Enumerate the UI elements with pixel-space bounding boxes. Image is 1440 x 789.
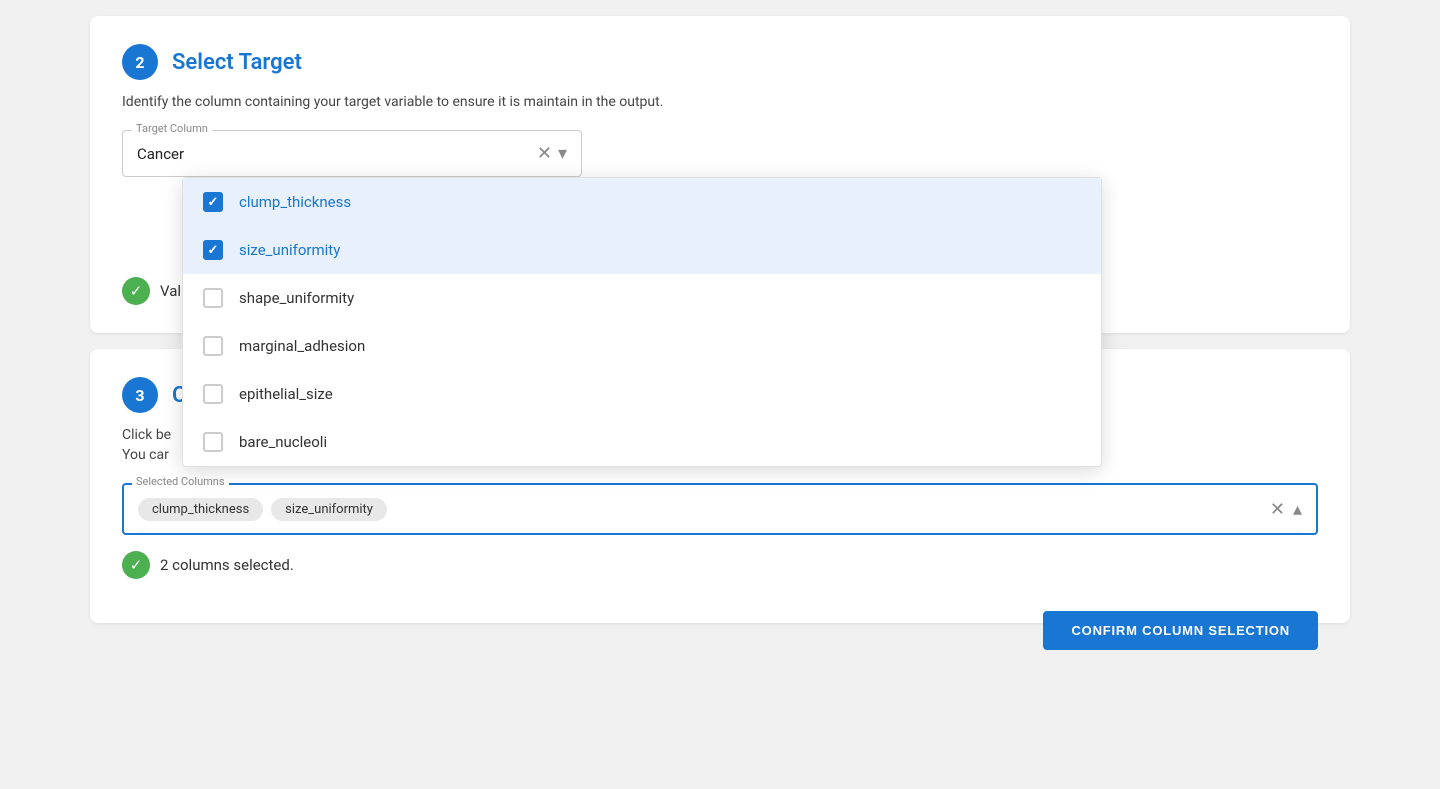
selected-columns-label: Selected Columns bbox=[132, 475, 229, 488]
dropdown-item-bare-nucleoli[interactable]: bare_nucleoli bbox=[183, 418, 1101, 466]
select-icons: ✕ ▾ bbox=[537, 143, 567, 164]
label-epithelial-size: epithelial_size bbox=[239, 385, 333, 403]
tag-size-uniformity[interactable]: size_uniformity bbox=[271, 498, 387, 521]
check-icon: ✓ bbox=[130, 282, 143, 300]
selected-columns-box[interactable]: clump_thickness size_uniformity ✕ ▴ bbox=[122, 483, 1318, 535]
checkmark-size-uniformity: ✓ bbox=[208, 244, 219, 257]
collapse-icon[interactable]: ▴ bbox=[1293, 499, 1302, 520]
columns-selected-check: ✓ bbox=[122, 551, 150, 579]
columns-selected-row: ✓ 2 columns selected. bbox=[122, 551, 1318, 579]
checkbox-size-uniformity[interactable]: ✓ bbox=[203, 240, 223, 260]
page-wrapper: 2 Select Target Identify the column cont… bbox=[0, 0, 1440, 789]
box-actions: ✕ ▴ bbox=[1270, 499, 1302, 520]
target-column-value: Cancer bbox=[137, 145, 184, 163]
dropdown-item-shape-uniformity[interactable]: shape_uniformity bbox=[183, 274, 1101, 322]
check-icon-2: ✓ bbox=[130, 556, 143, 574]
clear-icon[interactable]: ✕ bbox=[537, 143, 552, 164]
label-marginal-adhesion: marginal_adhesion bbox=[239, 337, 365, 355]
tag-list: clump_thickness size_uniformity bbox=[138, 498, 387, 521]
validation-text: Val bbox=[160, 282, 181, 300]
checkbox-epithelial-size[interactable] bbox=[203, 384, 223, 404]
label-clump-thickness: clump_thickness bbox=[239, 193, 351, 211]
chevron-down-icon[interactable]: ▾ bbox=[558, 143, 567, 164]
confirm-column-selection-button[interactable]: CONFIRM COLUMN SELECTION bbox=[1043, 611, 1318, 650]
validation-check-circle: ✓ bbox=[122, 277, 150, 305]
dropdown-item-marginal-adhesion[interactable]: marginal_adhesion bbox=[183, 322, 1101, 370]
checkbox-marginal-adhesion[interactable] bbox=[203, 336, 223, 356]
tag-clump-thickness[interactable]: clump_thickness bbox=[138, 498, 263, 521]
dropdown-item-clump-thickness[interactable]: ✓ clump_thickness bbox=[183, 178, 1101, 226]
target-column-select[interactable]: Cancer ✕ ▾ bbox=[122, 130, 582, 177]
step-3-badge: 3 bbox=[122, 377, 158, 413]
checkbox-shape-uniformity[interactable] bbox=[203, 288, 223, 308]
selected-columns-wrapper: Selected Columns clump_thickness size_un… bbox=[122, 483, 1318, 535]
label-size-uniformity: size_uniformity bbox=[239, 241, 340, 259]
step-2-badge: 2 bbox=[122, 44, 158, 80]
step-2-description: Identify the column containing your targ… bbox=[122, 94, 1318, 110]
clear-selected-icon[interactable]: ✕ bbox=[1270, 499, 1285, 520]
dropdown-item-epithelial-size[interactable]: epithelial_size bbox=[183, 370, 1101, 418]
target-column-label: Target Column bbox=[132, 122, 212, 135]
dropdown-menu: ✓ clump_thickness ✓ size_uniformity shap… bbox=[182, 177, 1102, 467]
columns-selected-text: 2 columns selected. bbox=[160, 556, 294, 574]
step-2-header: 2 Select Target bbox=[122, 44, 1318, 80]
dropdown-item-size-uniformity[interactable]: ✓ size_uniformity bbox=[183, 226, 1101, 274]
checkbox-clump-thickness[interactable]: ✓ bbox=[203, 192, 223, 212]
step-2-title: Select Target bbox=[172, 50, 302, 75]
section-2-card: 2 Select Target Identify the column cont… bbox=[90, 16, 1350, 333]
label-shape-uniformity: shape_uniformity bbox=[239, 289, 354, 307]
checkmark-clump-thickness: ✓ bbox=[208, 196, 219, 209]
checkbox-bare-nucleoli[interactable] bbox=[203, 432, 223, 452]
target-column-wrapper: Target Column Cancer ✕ ▾ ✓ clump_thickne… bbox=[122, 130, 582, 177]
label-bare-nucleoli: bare_nucleoli bbox=[239, 433, 327, 451]
